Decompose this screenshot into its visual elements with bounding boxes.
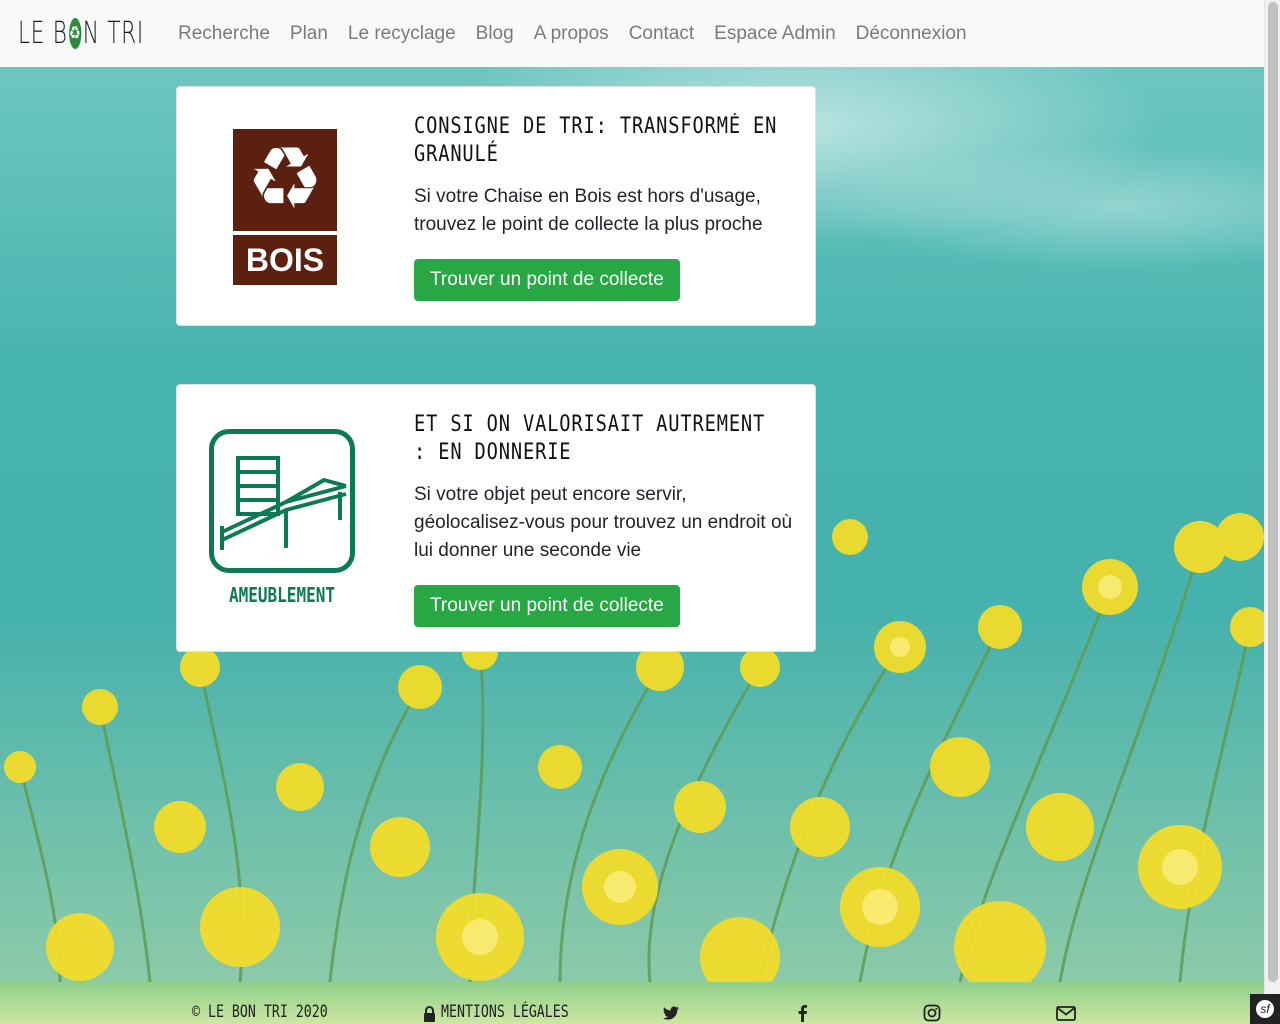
card-text: Si votre Chaise en Bois est hors d'usage…: [414, 186, 763, 235]
nav-item-admin[interactable]: Espace Admin: [714, 23, 835, 45]
twitter-icon[interactable]: [662, 1004, 680, 1022]
footer-legal-link[interactable]: MENTIONS LÉGALES: [441, 1002, 569, 1022]
bois-badge: ♻ BOIS: [233, 129, 337, 285]
scrollbar-thumb[interactable]: [1268, 2, 1278, 982]
card-body: Consigne de tri: transformé en granulé S…: [414, 113, 794, 301]
ameublement-logo: AMEUBLEMENT: [207, 415, 357, 607]
recycling-card-bois: ♻ BOIS Consigne de tri: transformé en gr…: [176, 86, 816, 326]
card-text: Si votre objet peut encore servir, géolo…: [414, 484, 793, 561]
footer-copyright: © LE BON TRI 2020: [192, 1002, 328, 1022]
recycle-icon: ♻: [246, 131, 324, 227]
facebook-icon[interactable]: [794, 1004, 812, 1022]
nav-links: Recherche Plan Le recyclage Blog A propo…: [178, 23, 987, 45]
navbar: LE B ♻ N TRI Recherche Plan Le recyclage…: [0, 0, 1264, 67]
nav-item-blog[interactable]: Blog: [476, 23, 514, 45]
nav-item-deconnexion[interactable]: Déconnexion: [856, 23, 967, 45]
card-body: Et si on valorisait autrement : en donne…: [414, 411, 794, 627]
symfony-debug-toolbar-toggle[interactable]: sf: [1250, 994, 1280, 1024]
symfony-icon: sf: [1256, 1000, 1274, 1018]
vertical-scrollbar[interactable]: [1264, 0, 1280, 1024]
bois-label: BOIS: [245, 242, 325, 278]
recycling-card-donnerie: AMEUBLEMENT Et si on valorisait autremen…: [176, 384, 816, 652]
instagram-icon[interactable]: [923, 1004, 941, 1022]
find-collection-point-button[interactable]: Trouver un point de collecte: [414, 585, 680, 627]
brand-text-left: LE B: [18, 16, 68, 51]
ameublement-label: AMEUBLEMENT: [229, 583, 335, 607]
nav-item-recherche[interactable]: Recherche: [178, 23, 270, 45]
card-title: Et si on valorisait autrement : en donne…: [414, 412, 766, 465]
nav-item-apropos[interactable]: A propos: [534, 23, 609, 45]
footer: © LE BON TRI 2020 MENTIONS LÉGALES: [0, 982, 1264, 1024]
bois-logo: ♻ BOIS: [207, 117, 357, 285]
ameublement-frame: [209, 429, 355, 573]
nav-item-plan[interactable]: Plan: [290, 23, 328, 45]
brand-logo[interactable]: LE B ♻ N TRI: [18, 16, 143, 51]
lock-icon: [424, 1006, 435, 1022]
recycle-logo-icon: ♻: [69, 18, 82, 49]
brand-text-right: N TRI: [82, 16, 144, 51]
card-title: Consigne de tri: transformé en granulé: [414, 114, 778, 167]
bois-divider: [233, 231, 337, 235]
envelope-icon[interactable]: [1056, 1004, 1076, 1022]
nav-item-recyclage[interactable]: Le recyclage: [348, 23, 456, 45]
find-collection-point-button[interactable]: Trouver un point de collecte: [414, 259, 680, 301]
bed-furniture-icon: [220, 456, 347, 550]
nav-item-contact[interactable]: Contact: [629, 23, 694, 45]
